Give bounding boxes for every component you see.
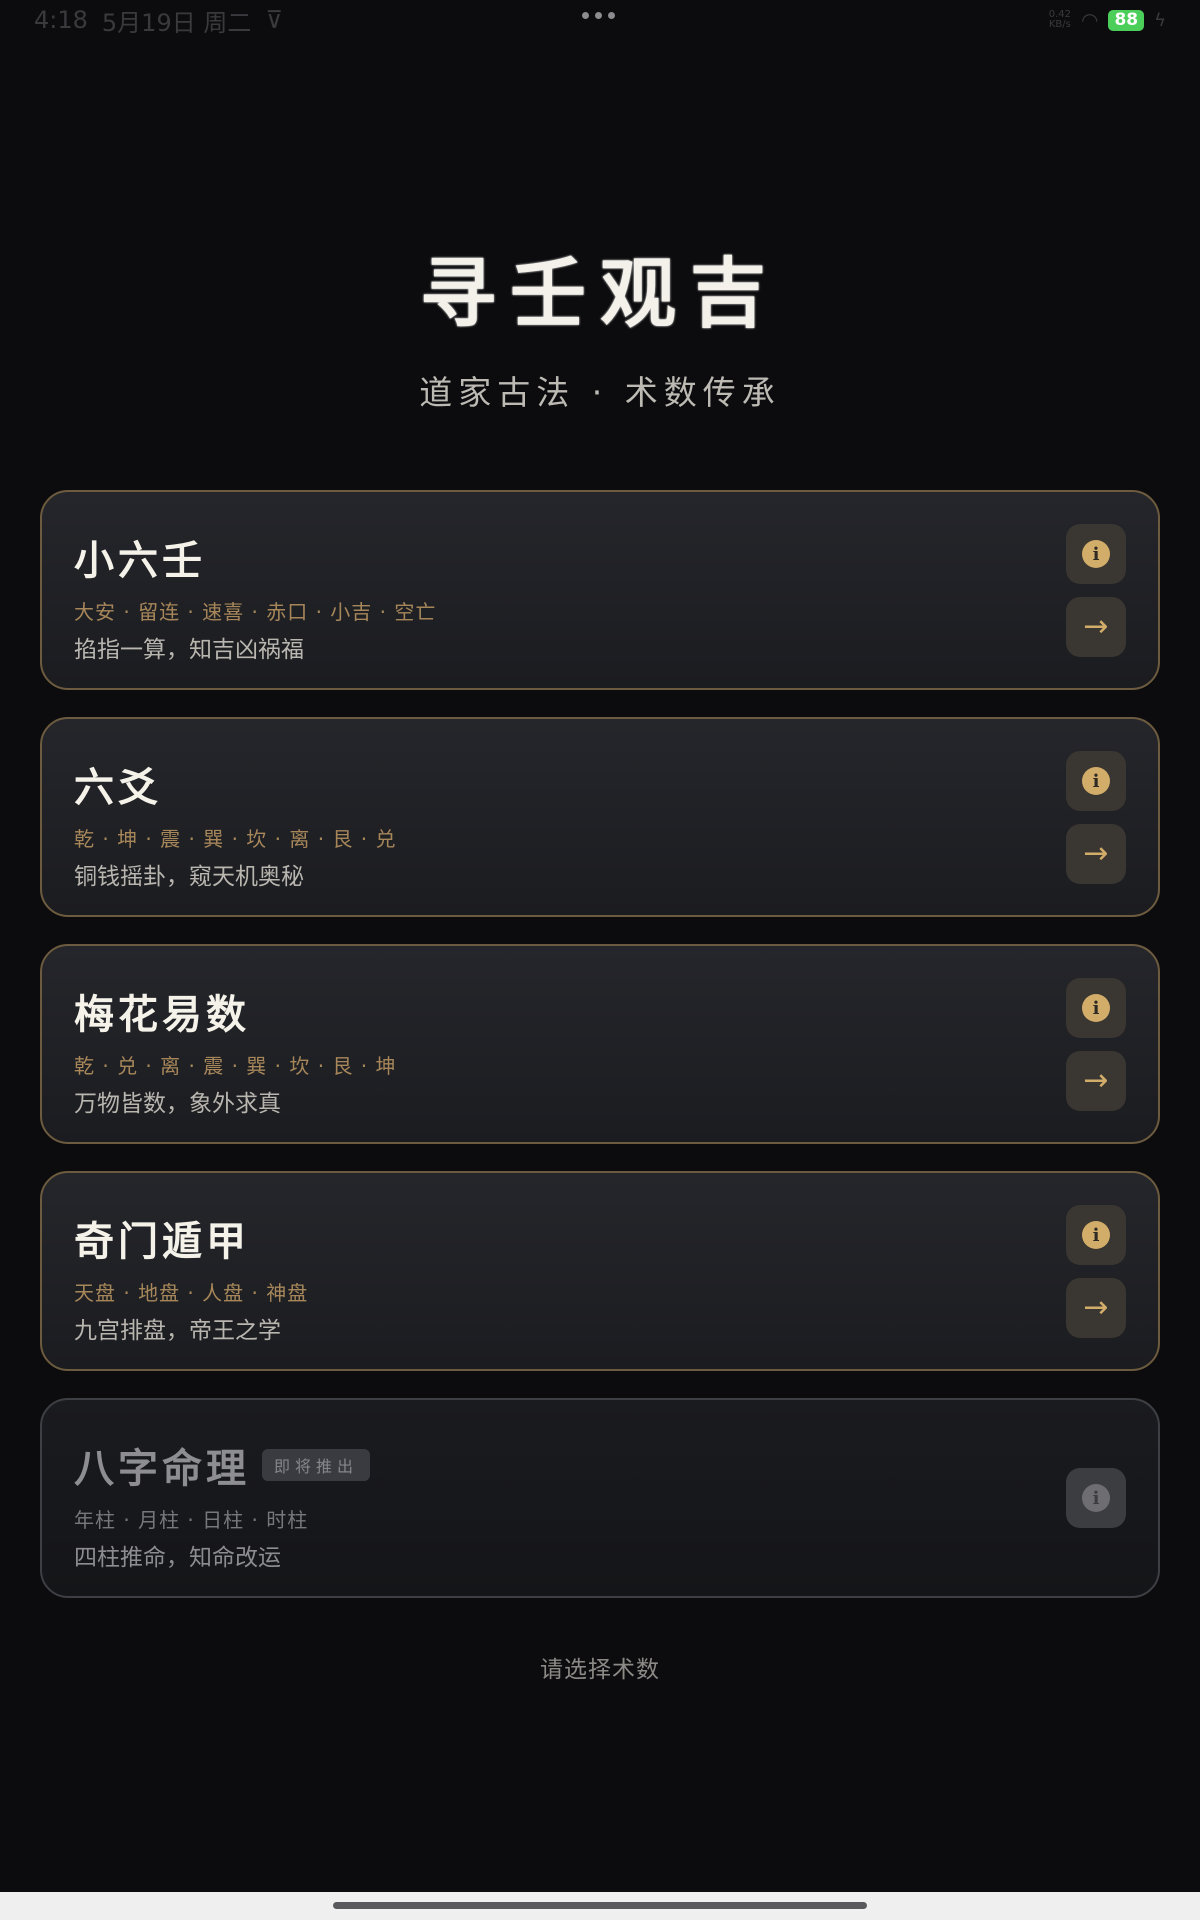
- info-button[interactable]: i: [1066, 1468, 1126, 1528]
- card-title: 小六壬: [74, 537, 206, 584]
- arrow-right-icon: →: [1083, 836, 1109, 871]
- card-tags: 年柱 · 月柱 · 日柱 · 时柱: [74, 1508, 309, 1532]
- info-icon: i: [1082, 1484, 1110, 1512]
- multitask-dots-icon[interactable]: [582, 12, 615, 19]
- arrow-right-icon: →: [1083, 1290, 1109, 1325]
- net-speed: 0.42 KB/s: [1048, 9, 1071, 30]
- screen: 4:18 5月19日 周二 ⊽ 0.42 KB/s ◠ 88 ϟ 寻壬观吉 道家…: [0, 0, 1200, 1920]
- card-title: 八字命理 即将推出: [74, 1436, 371, 1494]
- card-tags: 乾 · 兑 · 离 · 震 · 巽 · 坎 · 艮 · 坤: [74, 1054, 397, 1078]
- card-title: 梅花易数: [74, 991, 250, 1038]
- card-liu-yao[interactable]: 六爻 乾 · 坤 · 震 · 巽 · 坎 · 离 · 艮 · 兑 铜钱摇卦，窥天…: [40, 717, 1160, 917]
- card-tags: 大安 · 留连 · 速喜 · 赤口 · 小吉 · 空亡: [74, 600, 437, 624]
- info-icon: i: [1082, 540, 1110, 568]
- status-bar: 4:18 5月19日 周二 ⊽ 0.42 KB/s ◠ 88 ϟ: [0, 0, 1200, 40]
- info-button[interactable]: i: [1066, 978, 1126, 1038]
- arrow-right-icon: →: [1083, 1063, 1109, 1098]
- home-indicator[interactable]: [333, 1902, 867, 1909]
- battery-level: 88: [1108, 9, 1145, 31]
- method-card-list: 小六壬 大安 · 留连 · 速喜 · 赤口 · 小吉 · 空亡 掐指一算，知吉凶…: [40, 490, 1160, 1625]
- card-title: 奇门遁甲: [74, 1218, 250, 1265]
- arrow-right-icon: →: [1083, 609, 1109, 644]
- select-prompt: 请选择术数: [540, 1657, 660, 1683]
- card-tags: 乾 · 坤 · 震 · 巽 · 坎 · 离 · 艮 · 兑: [74, 827, 397, 851]
- card-ba-zi-ming-li: 八字命理 即将推出 年柱 · 月柱 · 日柱 · 时柱 四柱推命，知命改运 i: [40, 1398, 1160, 1598]
- card-description: 九宫排盘，帝王之学: [74, 1318, 281, 1344]
- info-icon: i: [1082, 994, 1110, 1022]
- status-time: 4:18: [34, 6, 88, 34]
- card-xiao-liu-ren[interactable]: 小六壬 大安 · 留连 · 速喜 · 赤口 · 小吉 · 空亡 掐指一算，知吉凶…: [40, 490, 1160, 690]
- status-right: 0.42 KB/s ◠ 88 ϟ: [1049, 8, 1166, 32]
- enter-button[interactable]: →: [1066, 1051, 1126, 1111]
- info-icon: i: [1082, 767, 1110, 795]
- status-date: 5月19日 周二: [101, 8, 252, 37]
- info-button[interactable]: i: [1066, 1205, 1126, 1265]
- enter-button[interactable]: →: [1066, 824, 1126, 884]
- card-mei-hua-yi-shu[interactable]: 梅花易数 乾 · 兑 · 离 · 震 · 巽 · 坎 · 艮 · 坤 万物皆数，…: [40, 944, 1160, 1144]
- card-qi-men-dun-jia[interactable]: 奇门遁甲 天盘 · 地盘 · 人盘 · 神盘 九宫排盘，帝王之学 i →: [40, 1171, 1160, 1371]
- coming-soon-badge: 即将推出: [262, 1449, 371, 1481]
- notification-icon: ⊽: [265, 6, 283, 34]
- info-button[interactable]: i: [1066, 524, 1126, 584]
- wifi-icon: ◠: [1081, 8, 1099, 32]
- card-description: 掐指一算，知吉凶祸福: [74, 637, 304, 663]
- card-title-text: 八字命理: [74, 1445, 250, 1492]
- charging-icon: ϟ: [1154, 9, 1166, 31]
- card-description: 万物皆数，象外求真: [74, 1091, 281, 1117]
- status-left: 4:18 5月19日 周二 ⊽: [34, 3, 283, 38]
- card-description: 铜钱摇卦，窥天机奥秘: [74, 864, 304, 890]
- card-title: 六爻: [74, 764, 162, 811]
- card-description: 四柱推命，知命改运: [74, 1545, 281, 1571]
- card-tags: 天盘 · 地盘 · 人盘 · 神盘: [74, 1281, 309, 1305]
- app-subtitle: 道家古法 · 术数传承: [419, 373, 781, 412]
- enter-button[interactable]: →: [1066, 597, 1126, 657]
- info-button[interactable]: i: [1066, 751, 1126, 811]
- app-title: 寻壬观吉: [420, 249, 780, 338]
- enter-button[interactable]: →: [1066, 1278, 1126, 1338]
- info-icon: i: [1082, 1221, 1110, 1249]
